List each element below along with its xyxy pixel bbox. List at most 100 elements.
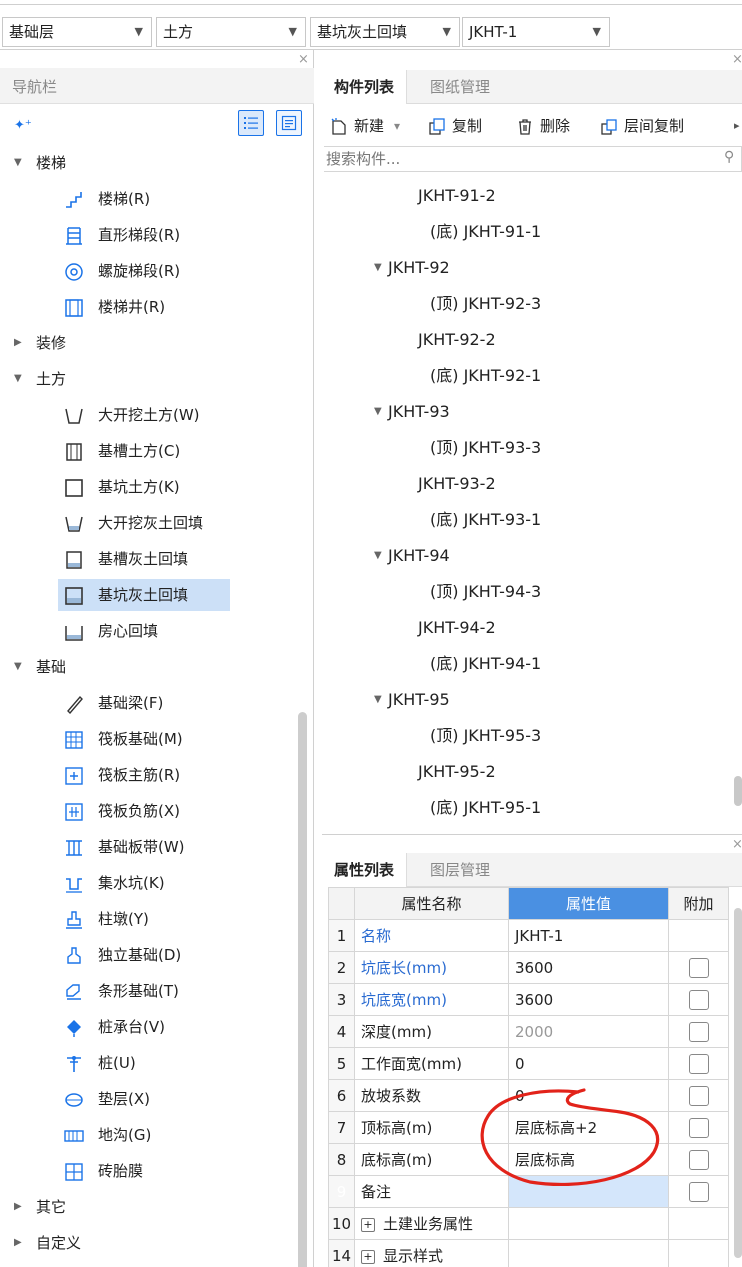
attach-checkbox[interactable] [688,1149,709,1170]
tab-property-list[interactable]: 属性列表 [322,853,408,887]
tree-item[interactable]: 房心回填 [0,614,300,648]
table-row[interactable]: 2 坑底长(mm) 3600 [328,951,729,984]
attach-checkbox[interactable] [688,957,709,978]
table-row[interactable]: 6 放坡系数 0 [328,1079,729,1112]
property-value-cell[interactable] [508,1175,669,1208]
component-item[interactable]: JKHT-91-2 [418,178,496,214]
property-value-cell[interactable]: 0 [508,1079,669,1112]
component-item[interactable]: (底) JKHT-92-1 [430,358,541,394]
detail-view-button[interactable] [276,110,302,136]
table-row[interactable]: 8 底标高(m) 层底标高 [328,1143,729,1176]
caret-down-icon[interactable]: ▼ [374,262,382,273]
component-item[interactable]: (底) JKHT-91-1 [430,214,541,250]
tree-item[interactable]: 大开挖灰土回填 [0,506,300,540]
floor-copy-button[interactable]: 层间复制 [624,110,684,142]
tree-item[interactable]: 直形梯段(R) [0,218,300,252]
search-icon[interactable]: ⚲ [724,149,738,165]
tab-component-list[interactable]: 构件列表 [322,70,408,104]
more-icon[interactable]: ▸ [734,110,740,142]
tree-item[interactable]: 砖胎膜 [0,1154,300,1188]
property-value-cell[interactable] [508,1207,669,1240]
category-combo[interactable]: 土方 ▼ [156,17,306,47]
component-item[interactable]: (顶) JKHT-93-3 [430,430,541,466]
component-item[interactable]: (底) JKHT-94-1 [430,646,541,682]
search-input[interactable]: 搜索构件... [324,146,742,172]
component-group[interactable]: JKHT-93 [388,394,450,430]
scrollbar[interactable] [734,908,742,1258]
tree-item[interactable]: 基坑土方(K) [0,470,300,504]
tree-item[interactable]: 基础梁(F) [0,686,300,720]
property-value-cell[interactable]: JKHT-1 [508,919,669,952]
component-item[interactable]: (顶) JKHT-92-3 [430,286,541,322]
tree-item[interactable]: 基槽灰土回填 [0,542,300,576]
caret-down-icon[interactable]: ▼ [14,650,22,684]
copy-button[interactable]: 复制 [452,110,482,142]
attach-checkbox[interactable] [688,1181,709,1202]
property-value-cell[interactable]: 层底标高+2 [508,1111,669,1144]
tree-item[interactable]: 基槽土方(C) [0,434,300,468]
property-value-cell[interactable]: 2000 [508,1015,669,1048]
component-item[interactable]: JKHT-95-2 [418,754,496,790]
property-value-cell[interactable]: 3600 [508,951,669,984]
tab-drawing-management[interactable]: 图纸管理 [418,70,502,104]
new-dropdown-icon[interactable]: ▾ [394,110,400,142]
tree-item[interactable]: 筏板基础(M) [0,722,300,756]
attach-checkbox[interactable] [688,989,709,1010]
tree-item[interactable]: 桩承台(V) [0,1010,300,1044]
tree-item[interactable]: 垫层(X) [0,1082,300,1116]
tree-item[interactable]: 集水坑(K) [0,866,300,900]
caret-down-icon[interactable]: ▼ [14,362,22,396]
component-item[interactable]: JKHT-93-2 [418,466,496,502]
tab-layer-management[interactable]: 图层管理 [418,853,502,887]
tree-item[interactable]: 楼梯井(R) [0,290,300,324]
tree-category[interactable]: ▼ 基础 [0,650,300,684]
caret-right-icon[interactable]: ▶ [14,326,22,360]
tree-item[interactable]: 大开挖土方(W) [0,398,300,432]
sparkle-add-icon[interactable]: ✦⁺ [14,118,32,133]
table-row[interactable]: 5 工作面宽(mm) 0 [328,1047,729,1080]
tree-item[interactable]: 条形基础(T) [0,974,300,1008]
component-item[interactable]: JKHT-92-2 [418,322,496,358]
tree-category[interactable]: ▼ 楼梯 [0,146,300,180]
tree-category[interactable]: ▶ 其它 [0,1190,300,1224]
close-icon[interactable]: × [732,52,742,67]
caret-right-icon[interactable]: ▶ [14,1190,22,1224]
tree-item[interactable]: 地沟(G) [0,1118,300,1152]
type-combo[interactable]: 基坑灰土回填 ▼ [310,17,460,47]
attach-checkbox[interactable] [688,1053,709,1074]
delete-button[interactable]: 删除 [540,110,570,142]
tree-category[interactable]: ▶ 装修 [0,326,300,360]
close-icon[interactable]: × [298,52,309,67]
component-item[interactable]: (顶) JKHT-95-3 [430,718,541,754]
tree-category[interactable]: ▶ 自定义 [0,1226,300,1260]
tree-item[interactable]: 柱墩(Y) [0,902,300,936]
table-row[interactable]: 9 备注 [328,1175,729,1208]
scrollbar[interactable] [734,776,742,806]
tree-item[interactable]: 筏板负筋(X) [0,794,300,828]
attach-checkbox[interactable] [688,1117,709,1138]
list-view-button[interactable] [238,110,264,136]
caret-down-icon[interactable]: ▼ [374,406,382,417]
caret-down-icon[interactable]: ▼ [374,694,382,705]
tree-item[interactable]: 独立基础(D) [0,938,300,972]
new-button[interactable]: 新建 [354,110,384,142]
expand-icon[interactable]: + [361,1249,375,1264]
caret-down-icon[interactable]: ▼ [14,146,22,180]
attach-checkbox[interactable] [688,1085,709,1106]
tree-item[interactable]: 基坑灰土回填 [0,578,300,612]
component-item[interactable]: (底) JKHT-93-1 [430,502,541,538]
tree-item[interactable]: 螺旋梯段(R) [0,254,300,288]
component-combo[interactable]: JKHT-1 ▼ [462,17,610,47]
component-group[interactable]: JKHT-95 [388,682,450,718]
floor-combo[interactable]: 基础层 ▼ [2,17,152,47]
tree-category[interactable]: ▼ 土方 [0,362,300,396]
property-value-cell[interactable]: 层底标高 [508,1143,669,1176]
table-row[interactable]: 10 + 土建业务属性 [328,1207,729,1240]
component-item[interactable]: (底) JKHT-95-1 [430,790,541,826]
expand-icon[interactable]: + [361,1217,375,1232]
caret-down-icon[interactable]: ▼ [374,550,382,561]
table-row[interactable]: 4 深度(mm) 2000 [328,1015,729,1048]
component-group[interactable]: JKHT-94 [388,538,450,574]
attach-checkbox[interactable] [688,1021,709,1042]
scrollbar[interactable] [298,712,307,1267]
